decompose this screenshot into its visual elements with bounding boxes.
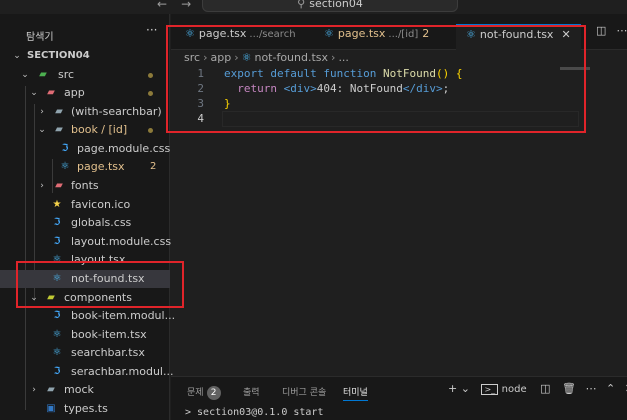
modified-dot	[148, 128, 153, 133]
chevron-right-icon: ›	[40, 107, 44, 117]
tree-root-section04[interactable]: ⌄ SECTION04	[0, 47, 170, 65]
chevron-down-icon: ⌄	[21, 70, 29, 80]
tree-item-src[interactable]: ⌄ ▰ src	[0, 66, 170, 84]
chevron-right-icon: ›	[32, 385, 36, 395]
folder-icon: ▰	[55, 124, 63, 135]
back-arrow-icon[interactable]: ←	[157, 0, 181, 11]
title-bar: ←→ ⚲ section04	[0, 0, 627, 14]
css-file-icon: ℑ	[53, 236, 61, 247]
tree-item-app[interactable]: ⌄ ▰ app	[0, 84, 170, 102]
react-file-icon: ⚛	[52, 347, 62, 358]
more-actions-icon[interactable]: ⋯	[616, 24, 627, 37]
more-actions-icon[interactable]: ···	[146, 23, 157, 37]
more-actions-icon[interactable]: ⋯	[585, 382, 596, 395]
chevron-up-icon[interactable]: ⌃	[606, 382, 615, 395]
problem-count-badge: 2	[150, 161, 157, 172]
panel-tab-label: 출력	[243, 388, 260, 398]
terminal-icon[interactable]: >_	[481, 384, 499, 395]
chevron-down-icon: ⌄	[30, 88, 38, 98]
split-editor-icon[interactable]: ◫	[596, 24, 616, 37]
tree-item-label: (with-searchbar)	[71, 105, 162, 118]
terminal-actions: + ⌄ >_ node ◫ 🗑 ⋯ ⌃ ✕	[448, 382, 627, 395]
command-center-search[interactable]: ⚲ section04	[202, 0, 458, 12]
tab-debug-console[interactable]: 디버그 콘솔	[282, 385, 326, 398]
css-file-icon: ℑ	[61, 143, 69, 154]
terminal-name[interactable]: node	[502, 384, 527, 395]
css-file-icon: ℑ	[53, 217, 61, 228]
tree-item-label: layout.module.css	[71, 235, 172, 248]
tree-item-globals-css[interactable]: ℑ globals.css	[0, 214, 170, 232]
tree-item-label: fonts	[71, 179, 99, 192]
css-file-icon: ℑ	[53, 310, 61, 321]
chevron-down-icon: ⌄	[13, 51, 21, 61]
bottom-panel: 문제2 출력 디버그 콘솔 터미널 + ⌄ >_ node ◫ 🗑 ⋯ ⌃ ✕ …	[171, 376, 627, 420]
explorer-sidebar: 탐색기 ··· ⌄ SECTION04 ⌄ ▰ src ⌄ ▰ app › ▰ …	[0, 14, 176, 420]
chevron-right-icon: ›	[40, 181, 44, 191]
highlight-box-code	[166, 25, 586, 133]
tree-item-label: book / [id]	[71, 123, 128, 136]
modified-dot	[148, 73, 153, 78]
editor-actions: ◫⋯	[596, 24, 627, 37]
tree-item-label: book-item.modul...	[71, 309, 176, 322]
search-icon: ⚲	[297, 0, 306, 10]
plus-icon[interactable]: +	[448, 382, 457, 395]
panel-tab-label: 디버그 콘솔	[282, 388, 327, 398]
folder-icon: ▰	[47, 384, 55, 395]
highlight-box-not-found	[16, 261, 184, 308]
react-file-icon: ⚛	[52, 329, 62, 340]
tree-item-label: types.ts	[64, 402, 108, 415]
tree-item-layout-module-css[interactable]: ℑ layout.module.css	[0, 233, 172, 251]
modified-dot	[148, 91, 153, 96]
terminal-output: > section03@0.1.0 start	[185, 407, 324, 418]
tree-item-searchbar-tsx[interactable]: ⚛ searchbar.tsx	[0, 344, 170, 362]
tree-item-label: favicon.ico	[71, 198, 131, 211]
split-terminal-icon[interactable]: ◫	[540, 382, 550, 395]
trash-icon[interactable]: 🗑	[562, 382, 576, 395]
tree-item-label: globals.css	[71, 216, 132, 229]
tree-item-label: app	[64, 86, 85, 99]
tree-item-serachbar-module[interactable]: ℑ serachbar.modul...	[0, 363, 174, 381]
tree-item-label: page.module.css	[77, 142, 171, 155]
tree-item-page-module-css[interactable]: ℑ page.module.css	[0, 140, 171, 158]
tree-item-book-id[interactable]: ⌄ ▰ book / [id]	[0, 121, 170, 139]
explorer-title: 탐색기	[26, 32, 54, 43]
tree-item-mock[interactable]: › ▰ mock	[0, 381, 170, 399]
tree-item-page-tsx[interactable]: ⚛ page.tsx 2	[0, 158, 170, 176]
star-icon: ★	[52, 199, 62, 210]
tree-item-with-searchbar[interactable]: › ▰ (with-searchbar)	[0, 103, 170, 121]
folder-icon: ▰	[55, 106, 63, 117]
tree-item-favicon[interactable]: ★ favicon.ico	[0, 196, 170, 214]
tree-item-label: serachbar.modul...	[71, 365, 174, 378]
tree-item-label: mock	[64, 383, 94, 396]
folder-fonts-icon: ▰	[55, 180, 63, 191]
react-file-icon: ⚛	[60, 161, 70, 172]
tree-root-label: SECTION04	[27, 50, 90, 61]
command-center-label: section04	[309, 0, 363, 10]
typescript-file-icon: ▣	[46, 403, 56, 414]
tab-terminal[interactable]: 터미널	[343, 385, 368, 401]
tree-item-book-item-module[interactable]: ℑ book-item.modul...	[0, 307, 176, 325]
problem-count-badge: 2	[206, 386, 221, 400]
chevron-down-icon[interactable]: ⌄	[461, 382, 470, 395]
tree-item-label: page.tsx	[77, 160, 125, 173]
tree-item-book-item-tsx[interactable]: ⚛ book-item.tsx	[0, 326, 170, 344]
css-file-icon: ℑ	[53, 366, 61, 377]
tab-problems[interactable]: 문제 2	[187, 385, 221, 400]
tab-output[interactable]: 출력	[243, 385, 260, 398]
tree-item-label: src	[58, 68, 75, 81]
tree-item-label: searchbar.tsx	[71, 346, 145, 359]
chevron-down-icon: ⌄	[38, 125, 46, 135]
tree-item-fonts[interactable]: › ▰ fonts	[0, 177, 170, 195]
folder-app-icon: ▰	[47, 87, 55, 98]
nav-arrows: ←→	[157, 0, 205, 11]
panel-tab-label: 문제	[187, 388, 204, 398]
tree-item-types-ts[interactable]: ▣ types.ts	[0, 400, 170, 418]
tree-item-label: book-item.tsx	[71, 328, 147, 341]
panel-tab-label: 터미널	[343, 388, 368, 398]
folder-src-icon: ▰	[39, 69, 47, 80]
